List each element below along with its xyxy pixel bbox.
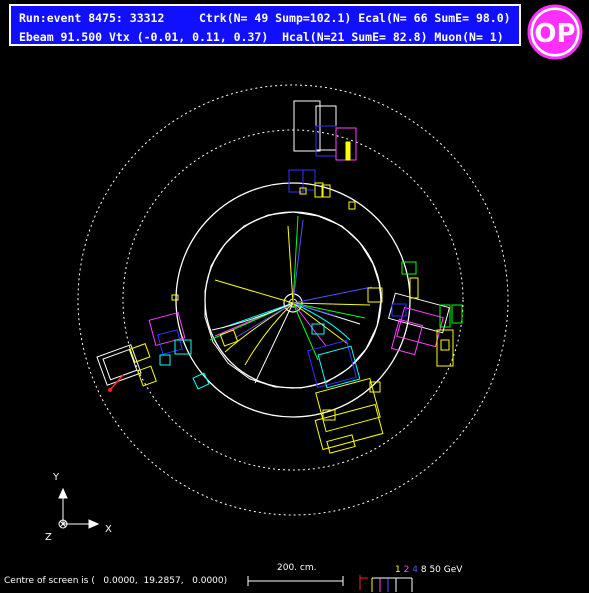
event-display xyxy=(58,84,509,592)
axis-z-label: Z xyxy=(45,532,52,543)
track xyxy=(292,302,371,306)
energy-legend-item: 4 xyxy=(412,565,418,575)
scale-bar xyxy=(247,576,344,586)
track xyxy=(292,219,304,304)
axis-triad xyxy=(58,487,100,529)
energy-legend-item: 2 xyxy=(403,565,410,575)
track xyxy=(292,215,299,304)
screen-centre-text: Centre of screen is ( 0.0000, 19.2857, 0… xyxy=(4,576,228,586)
track xyxy=(244,302,294,366)
energy-legend: 1 2 4 8 50 GeV xyxy=(395,565,462,575)
axis-y-label: Y xyxy=(53,472,60,483)
track xyxy=(287,225,294,304)
scale-bar-label: 200. cm. xyxy=(277,563,317,573)
track xyxy=(292,286,373,304)
energy-legend-marks xyxy=(359,575,413,592)
energy-legend-item: 1 xyxy=(395,565,401,575)
energy-legend-item: 8 xyxy=(420,565,427,575)
track xyxy=(214,279,294,304)
axis-x-label: X xyxy=(105,524,112,535)
energy-legend-item: 50 GeV xyxy=(429,565,463,575)
